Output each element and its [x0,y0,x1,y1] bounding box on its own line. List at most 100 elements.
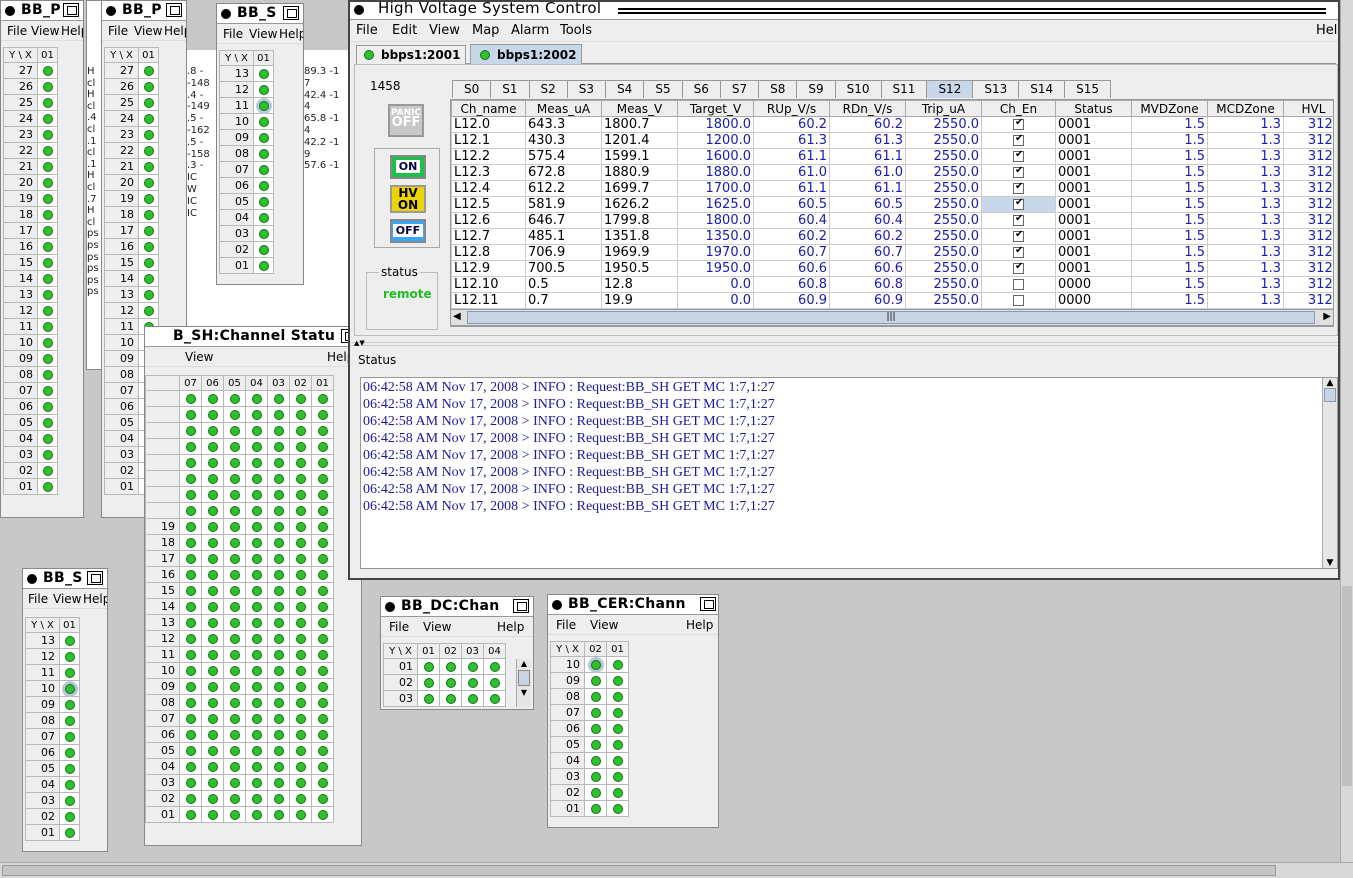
channel-status-led-icon[interactable] [273,666,284,676]
channel-status-led-icon[interactable] [273,778,284,788]
channel-cell[interactable] [223,710,246,727]
channel-status-led-icon[interactable] [423,662,434,672]
channel-status-led-icon[interactable] [42,322,53,332]
channel-status-led-icon[interactable] [251,586,262,596]
table-cell[interactable]: 1.5 [1131,212,1208,229]
channel-cell[interactable] [245,390,268,407]
channel-cell[interactable] [289,582,312,599]
channel-cell[interactable] [311,774,334,791]
menu-view[interactable]: View [249,27,277,41]
table-cell[interactable]: 60.9 [753,292,830,309]
channel-cell[interactable] [584,736,607,753]
channel-cell[interactable] [37,302,58,319]
channel-status-led-icon[interactable] [42,82,53,92]
channel-status-led-icon[interactable] [258,197,269,207]
table-cell[interactable]: 1351.8 [601,228,678,245]
channel-cell[interactable] [606,768,629,785]
table-cell[interactable]: 0001 [1055,180,1132,197]
channel-cell[interactable] [267,550,290,567]
channel-cell[interactable] [289,774,312,791]
channel-status-led-icon[interactable] [295,570,306,580]
channel-cell[interactable] [245,790,268,807]
table-cell[interactable]: 61.1 [753,148,830,165]
menu-help[interactable]: Help [164,24,186,38]
channel-status-led-icon[interactable] [273,554,284,564]
channel-cell[interactable] [606,656,629,673]
channel-status-led-icon[interactable] [42,338,53,348]
ch-enable-cell[interactable] [981,292,1056,309]
table-cell[interactable]: 1600.0 [677,148,754,165]
channel-cell[interactable] [245,486,268,503]
channel-status-led-icon[interactable] [42,434,53,444]
channel-cell[interactable] [179,710,202,727]
channel-cell[interactable] [37,430,58,447]
channel-cell[interactable] [584,768,607,785]
channel-cell[interactable] [289,614,312,631]
channel-status-led-icon[interactable] [64,812,75,822]
channel-status-led-icon[interactable] [251,522,262,532]
column-header[interactable]: MVDZone [1131,100,1208,117]
channel-status-led-icon[interactable] [273,490,284,500]
table-cell[interactable]: 3120 [1283,180,1333,197]
channel-cell[interactable] [179,694,202,711]
channel-status-led-icon[interactable] [251,618,262,628]
channel-cell[interactable] [289,694,312,711]
table-cell[interactable]: 1800.7 [601,116,678,133]
table-cell[interactable]: 2550.0 [905,116,982,133]
tab-crate-2002[interactable]: bbps1:2002 [470,44,582,65]
channel-cell[interactable] [439,674,462,691]
channel-status-led-icon[interactable] [143,226,154,236]
channel-status-led-icon[interactable] [273,586,284,596]
table-cell[interactable]: 1.5 [1131,132,1208,149]
channel-status-led-icon[interactable] [251,410,262,420]
channel-cell[interactable] [245,470,268,487]
channel-status-led-icon[interactable] [42,194,53,204]
horizontal-scrollbar[interactable]: ◀ ||| ▶ [450,309,1334,326]
table-cell[interactable]: 1880.0 [677,164,754,181]
channel-status-led-icon[interactable] [207,698,218,708]
channel-cell[interactable] [138,206,159,223]
channel-status-led-icon[interactable] [295,698,306,708]
channel-status-led-icon[interactable] [42,178,53,188]
channel-cell[interactable] [267,646,290,663]
channel-status-led-icon[interactable] [317,746,328,756]
channel-status-led-icon[interactable] [229,554,240,564]
channel-cell[interactable] [138,302,159,319]
channel-status-led-icon[interactable] [295,778,306,788]
channel-status-led-icon[interactable] [207,410,218,420]
table-cell[interactable]: 1.5 [1131,260,1208,277]
channel-status-led-icon[interactable] [251,810,262,820]
channel-cell[interactable] [245,502,268,519]
channel-status-led-icon[interactable] [143,290,154,300]
menu-help[interactable]: Help [1316,23,1338,38]
channel-cell[interactable] [138,126,159,143]
channel-status-led-icon[interactable] [229,474,240,484]
table-row[interactable]: L12.1430.31201.41200.061.361.32550.00001… [451,132,1333,149]
channel-cell[interactable] [311,454,334,471]
channel-status-led-icon[interactable] [143,82,154,92]
channel-cell[interactable] [311,518,334,535]
channel-cell[interactable] [253,129,274,146]
channel-status-led-icon[interactable] [185,538,196,548]
channel-cell[interactable] [223,502,246,519]
channel-status-led-icon[interactable] [258,213,269,223]
channel-cell[interactable] [461,658,484,675]
table-cell[interactable]: 0001 [1055,212,1132,229]
channel-cell[interactable] [59,712,80,729]
tab-slot-s7[interactable]: S7 [719,80,760,98]
channel-status-led-icon[interactable] [467,662,478,672]
channel-cell[interactable] [223,774,246,791]
channel-cell[interactable] [606,752,629,769]
channel-status-led-icon[interactable] [229,682,240,692]
channel-cell[interactable] [267,598,290,615]
channel-status-led-icon[interactable] [207,634,218,644]
channel-status-led-icon[interactable] [229,394,240,404]
channel-cell[interactable] [223,662,246,679]
channel-cell[interactable] [245,630,268,647]
channel-cell[interactable] [223,470,246,487]
table-cell[interactable]: 643.3 [525,116,602,133]
channel-cell[interactable] [253,81,274,98]
channel-status-led-icon[interactable] [251,538,262,548]
channel-cell[interactable] [201,646,224,663]
channel-cell[interactable] [606,720,629,737]
